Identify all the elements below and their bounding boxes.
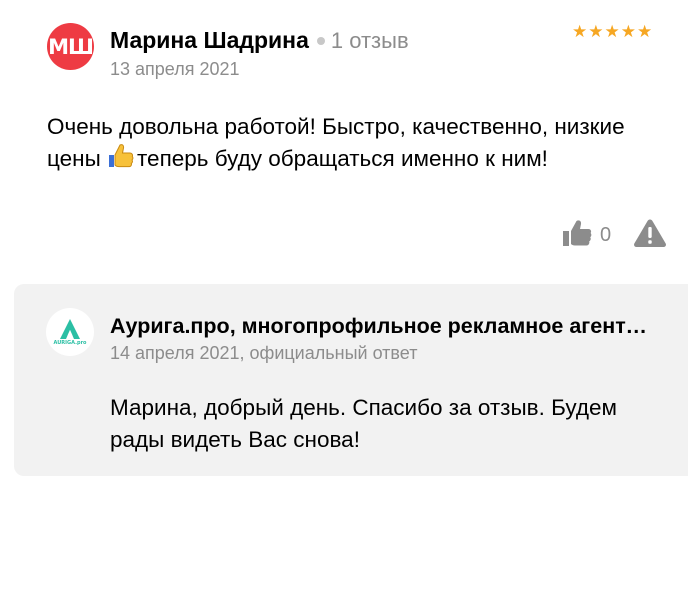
like-button[interactable]: 0 <box>562 219 611 252</box>
reply-meta: 14 апреля 2021, официальный ответ <box>110 343 418 363</box>
review-count[interactable]: 1 отзыв <box>331 28 409 54</box>
thumbs-up-emoji-icon <box>107 143 134 169</box>
star-icon: ★ <box>620 22 636 41</box>
review-text-part2: теперь буду обращаться именно к ним! <box>137 146 548 171</box>
star-icon: ★ <box>604 22 620 41</box>
warning-triangle-icon <box>633 219 667 252</box>
company-logo[interactable]: AURIGA.pro <box>46 308 94 356</box>
star-icon: ★ <box>572 22 588 41</box>
rating-stars: ★ ★ ★ ★ ★ <box>572 23 652 40</box>
star-icon: ★ <box>588 22 604 41</box>
author-line: Марина Шадрина 1 отзыв <box>110 27 409 54</box>
review-actions: 0 <box>562 218 667 253</box>
reply-text: Марина, добрый день. Спасибо за отзыв. Б… <box>110 395 618 452</box>
reply-author[interactable]: Аурига.про, многопрофильное рекламное аг… <box>110 314 650 339</box>
review-text: Очень довольна работой! Быстро, качестве… <box>47 111 672 175</box>
official-reply: AURIGA.pro Аурига.про, многопрофильное р… <box>14 284 688 476</box>
author-name[interactable]: Марина Шадрина <box>110 27 309 54</box>
review-date: 13 апреля 2021 <box>110 59 240 79</box>
like-count: 0 <box>600 224 612 246</box>
company-logo-text: AURIGA.pro <box>53 339 87 346</box>
avatar[interactable]: МШ <box>47 23 94 70</box>
report-button[interactable] <box>633 218 667 253</box>
company-logo-icon <box>60 318 80 339</box>
separator-dot <box>316 36 325 45</box>
thumbs-up-icon <box>562 219 592 252</box>
star-icon: ★ <box>637 22 653 41</box>
avatar-initials: МШ <box>48 34 94 59</box>
